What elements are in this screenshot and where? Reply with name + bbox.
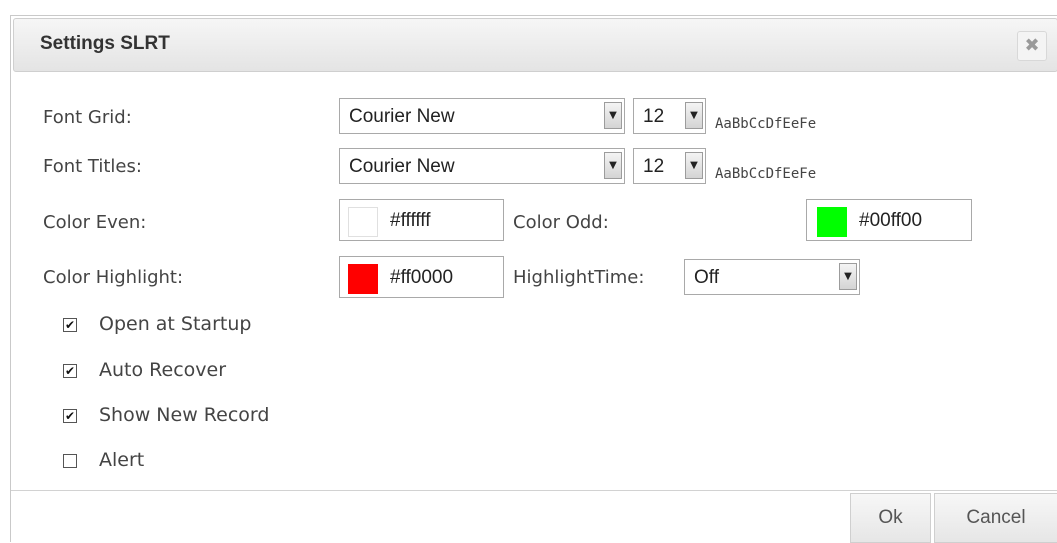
font-titles-preview: AaBbCcDfEeFe [715,166,817,182]
font-grid-family-value: Courier New [349,106,455,127]
checkbox-box[interactable]: ✔ [63,364,77,378]
chevron-down-icon[interactable]: ▼ [685,102,703,129]
color-odd-swatch[interactable] [817,207,847,237]
chevron-down-icon[interactable]: ▼ [604,102,622,129]
color-even-label: Color Even: [43,212,147,233]
ok-button[interactable]: Ok [850,493,931,543]
highlight-time-value: Off [694,267,719,288]
checkbox-label: Open at Startup [99,313,252,335]
cancel-button[interactable]: Cancel [934,493,1057,543]
checkbox-label: Alert [99,449,145,471]
chevron-down-icon[interactable]: ▼ [604,152,622,179]
color-odd-picker[interactable]: #00ff00 [806,199,972,241]
color-even-swatch[interactable] [348,207,378,237]
color-odd-label: Color Odd: [513,212,609,233]
color-highlight-label: Color Highlight: [43,267,184,288]
close-icon[interactable]: ✖ [1017,31,1047,61]
color-highlight-value: #ff0000 [390,267,454,288]
color-even-value: #ffffff [390,210,431,231]
color-even-picker[interactable]: #ffffff [339,199,504,241]
checkbox-box[interactable] [63,454,77,468]
checkbox-box[interactable]: ✔ [63,409,77,423]
color-highlight-swatch[interactable] [348,264,378,294]
font-grid-family-select[interactable]: Courier New ▼ [339,98,625,134]
font-grid-size-value: 12 [643,106,665,127]
font-titles-family-select[interactable]: Courier New ▼ [339,148,625,184]
font-titles-size-value: 12 [643,156,665,177]
font-grid-size-select[interactable]: 12 ▼ [633,98,706,134]
dialog-title: Settings SLRT [40,33,170,54]
chevron-down-icon[interactable]: ▼ [685,152,703,179]
chevron-down-icon[interactable]: ▼ [839,263,857,290]
color-odd-value: #00ff00 [859,210,923,231]
checkbox-box[interactable]: ✔ [63,318,77,332]
checkbox-label: Show New Record [99,404,270,426]
color-highlight-picker[interactable]: #ff0000 [339,256,504,298]
footer-divider [11,490,1057,491]
font-titles-family-value: Courier New [349,156,455,177]
font-titles-size-select[interactable]: 12 ▼ [633,148,706,184]
highlight-time-label: HighlightTime: [513,267,645,288]
font-grid-label: Font Grid: [43,107,132,128]
font-grid-preview: AaBbCcDfEeFe [715,116,817,132]
highlight-time-select[interactable]: Off ▼ [684,259,860,295]
dialog-titlebar[interactable]: Settings SLRT ✖ [13,18,1057,72]
settings-dialog: Settings SLRT ✖ Font Grid: Courier New ▼… [10,15,1057,543]
font-titles-label: Font Titles: [43,156,142,177]
checkbox-label: Auto Recover [99,359,227,381]
